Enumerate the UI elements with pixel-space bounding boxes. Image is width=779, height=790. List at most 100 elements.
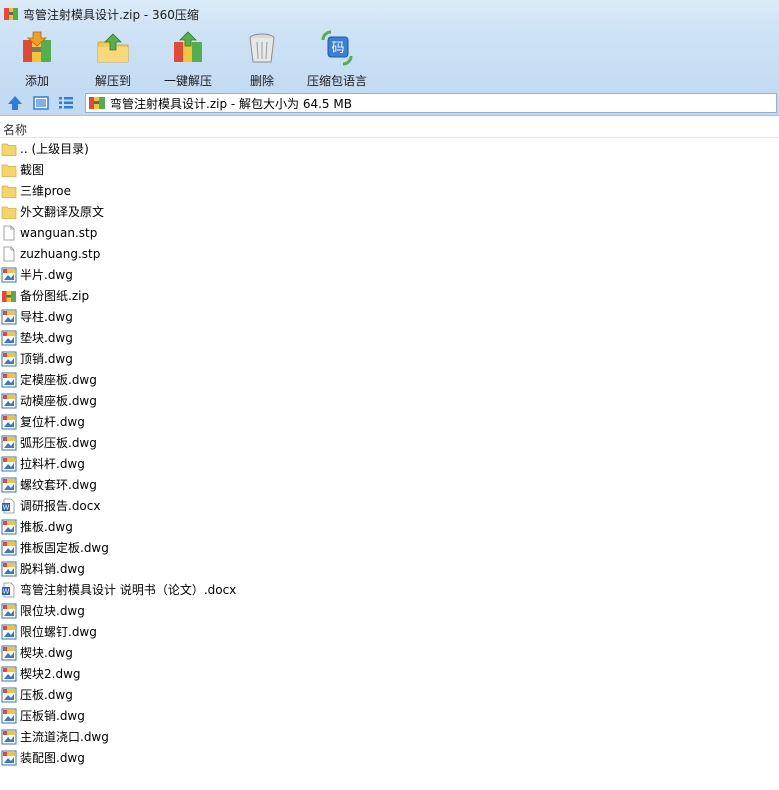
dwg-icon xyxy=(1,645,17,660)
file-name: 楔块.dwg xyxy=(20,646,73,660)
window-title: 弯管注射模具设计.zip - 360压缩 xyxy=(23,7,199,22)
dwg-icon xyxy=(1,435,17,450)
docx-icon: W xyxy=(2,498,15,513)
list-item[interactable]: 限位螺钉.dwg xyxy=(0,621,779,642)
dwg-icon xyxy=(1,624,17,639)
delete-button[interactable]: 删除 xyxy=(242,28,282,90)
dwg-icon xyxy=(1,708,17,723)
list-item[interactable]: 截图 xyxy=(0,159,779,180)
file-name: 动模座板.dwg xyxy=(20,394,97,408)
file-name: 拉料杆.dwg xyxy=(20,457,85,471)
file-name: 脱料销.dwg xyxy=(20,562,85,576)
list-item[interactable]: 螺纹套环.dwg xyxy=(0,474,779,495)
file-name: 定模座板.dwg xyxy=(20,373,97,387)
list-item[interactable]: W 调研报告.docx xyxy=(0,495,779,516)
list-item[interactable]: 定模座板.dwg xyxy=(0,369,779,390)
extract-folder-icon xyxy=(97,33,129,63)
list-item[interactable]: 顶销.dwg xyxy=(0,348,779,369)
list-item[interactable]: wanguan.stp xyxy=(0,222,779,243)
file-name: 外文翻译及原文 xyxy=(20,205,105,219)
list-item[interactable]: 动模座板.dwg xyxy=(0,390,779,411)
dwg-icon xyxy=(1,687,17,702)
title-bar: 弯管注射模具设计.zip - 360压缩 xyxy=(0,0,779,28)
dwg-icon xyxy=(1,372,17,387)
file-name: 备份图纸.zip xyxy=(20,289,90,303)
list-item[interactable]: 弧形压板.dwg xyxy=(0,432,779,453)
file-name: 装配图.dwg xyxy=(20,751,85,765)
dwg-icon xyxy=(1,729,17,744)
one-click-extract-label: 一键解压 xyxy=(163,74,212,88)
dwg-icon xyxy=(1,393,17,408)
dwg-icon xyxy=(1,603,17,618)
list-item[interactable]: 压板销.dwg xyxy=(0,705,779,726)
one-click-extract-button[interactable]: 一键解压 xyxy=(162,28,214,90)
file-name: 弯管注射模具设计 说明书（论文）.docx xyxy=(20,583,237,597)
list-item[interactable]: 楔块.dwg xyxy=(0,642,779,663)
folder-icon xyxy=(1,206,17,219)
list-item[interactable]: 复位杆.dwg xyxy=(0,411,779,432)
svg-text:码: 码 xyxy=(331,41,344,56)
file-name: 顶销.dwg xyxy=(20,352,73,366)
file-name: 三维proe xyxy=(20,184,72,198)
archive-language-button[interactable]: 码 压缩包语言 xyxy=(305,28,369,90)
add-archive-icon xyxy=(23,31,51,62)
dwg-icon xyxy=(1,561,17,576)
list-item[interactable]: 拉料杆.dwg xyxy=(0,453,779,474)
list-item[interactable]: 导柱.dwg xyxy=(0,306,779,327)
dwg-icon xyxy=(1,330,17,345)
list-item[interactable]: 推板固定板.dwg xyxy=(0,537,779,558)
list-item[interactable]: 压板.dwg xyxy=(0,684,779,705)
dwg-icon xyxy=(1,750,17,765)
navigation-bar: 弯管注射模具设计.zip - 解包大小为 64.5 MB xyxy=(0,90,779,116)
name-column-header[interactable]: 名称 xyxy=(3,121,27,138)
file-name: zuzhuang.stp xyxy=(20,246,101,261)
file-name: 主流道浇口.dwg xyxy=(20,730,109,744)
list-item[interactable]: 推板.dwg xyxy=(0,516,779,537)
list-item[interactable]: 三维proe xyxy=(0,180,779,201)
toolbar: 添加 解压到 一键解压 删除 码 压缩包语言 xyxy=(0,28,779,90)
list-item[interactable]: 半片.dwg xyxy=(0,264,779,285)
dwg-icon xyxy=(1,540,17,555)
large-icon-view-icon[interactable] xyxy=(32,94,50,112)
one-click-extract-icon xyxy=(174,31,202,62)
file-name: 限位块.dwg xyxy=(20,604,85,618)
code-page-icon: 码 xyxy=(321,30,353,66)
docx-icon: W xyxy=(2,582,15,597)
list-item[interactable]: 主流道浇口.dwg xyxy=(0,726,779,747)
list-item[interactable]: 垫块.dwg xyxy=(0,327,779,348)
file-name: 限位螺钉.dwg xyxy=(20,625,97,639)
file-name: 压板.dwg xyxy=(20,688,73,702)
file-name: 调研报告.docx xyxy=(20,499,101,513)
extract-to-button[interactable]: 解压到 xyxy=(92,28,134,90)
svg-text:W: W xyxy=(3,587,10,595)
list-item[interactable]: W 弯管注射模具设计 说明书（论文）.docx xyxy=(0,579,779,600)
dwg-icon xyxy=(1,351,17,366)
file-list: .. (上级目录) 截图三维proe 外文翻译及原文 wanguan.stp zuzhu… xyxy=(0,138,779,790)
list-item[interactable]: 楔块2.dwg xyxy=(0,663,779,684)
path-text: 弯管注射模具设计.zip - 解包大小为 64.5 MB xyxy=(110,96,352,111)
dwg-icon xyxy=(1,456,17,471)
list-item[interactable]: 备份图纸.zip xyxy=(0,285,779,306)
list-item[interactable]: 装配图.dwg xyxy=(0,747,779,768)
file-name: 推板.dwg xyxy=(20,520,73,534)
file-name: 复位杆.dwg xyxy=(20,415,85,429)
path-address-bar[interactable]: 弯管注射模具设计.zip - 解包大小为 64.5 MB xyxy=(85,93,777,113)
zip-icon xyxy=(2,290,16,302)
dwg-icon xyxy=(1,666,17,681)
column-header: 名称 xyxy=(0,118,779,138)
add-button[interactable]: 添加 xyxy=(16,28,58,90)
list-item[interactable]: 限位块.dwg xyxy=(0,600,779,621)
dwg-icon xyxy=(1,267,17,282)
list-item[interactable]: .. (上级目录) xyxy=(0,138,779,159)
file-name: 楔块2.dwg xyxy=(20,667,81,681)
dwg-icon xyxy=(1,477,17,492)
file-icon xyxy=(3,246,15,261)
file-name: 导柱.dwg xyxy=(20,310,73,324)
list-item[interactable]: 脱料销.dwg xyxy=(0,558,779,579)
list-item[interactable]: zuzhuang.stp xyxy=(0,243,779,264)
list-view-icon[interactable] xyxy=(57,94,75,112)
archive-language-label: 压缩包语言 xyxy=(306,74,367,88)
list-item[interactable]: 外文翻译及原文 xyxy=(0,201,779,222)
file-icon xyxy=(3,225,15,240)
up-arrow-icon[interactable] xyxy=(6,94,24,112)
